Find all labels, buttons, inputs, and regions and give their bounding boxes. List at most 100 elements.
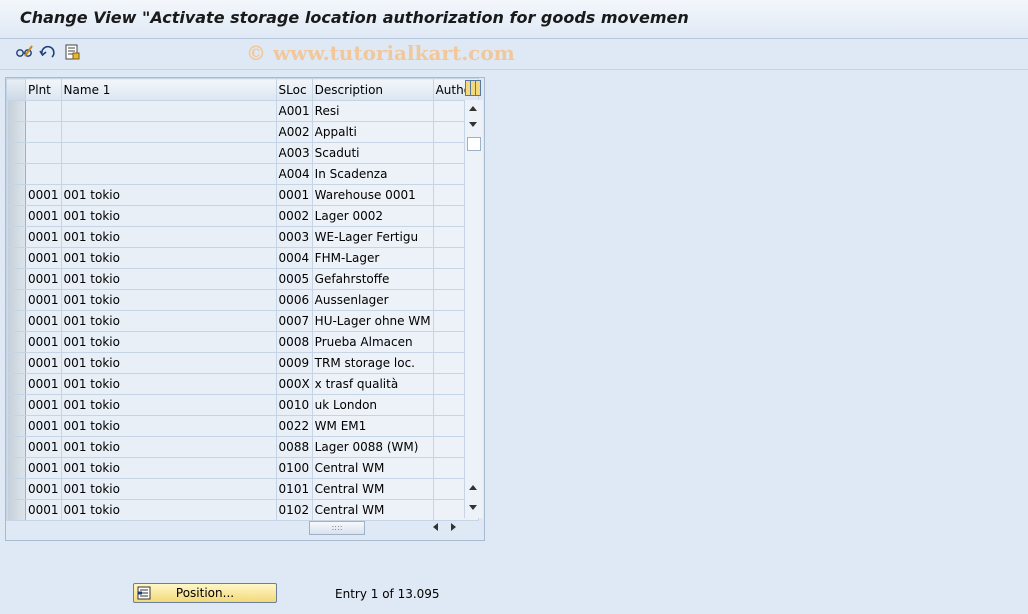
hscroll-thumb[interactable]: :::: (309, 521, 365, 535)
cell-plnt: 0001 (25, 247, 62, 269)
select-all-cell[interactable] (6, 78, 26, 101)
table-row[interactable]: 0001 001 tokio 0102 Central WM (6, 499, 479, 521)
table-row[interactable]: 0001 001 tokio 0001 Warehouse 0001 (6, 184, 479, 206)
details-icon[interactable] (62, 42, 82, 62)
cell-plnt: 0001 (25, 205, 62, 227)
column-header-plnt[interactable]: Plnt (25, 78, 62, 101)
row-selector[interactable] (6, 310, 26, 332)
cell-plnt: 0001 (25, 310, 62, 332)
scroll-down-icon[interactable] (469, 122, 477, 127)
row-selector[interactable] (6, 226, 26, 248)
cell-description[interactable]: Lager 0002 (311, 205, 434, 227)
table-row[interactable]: 0001 001 tokio 0022 WM EM1 (6, 415, 479, 437)
row-selector[interactable] (6, 289, 26, 311)
table-row[interactable]: 0001 001 tokio 0005 Gefahrstoffe (6, 268, 479, 290)
cell-sloc: 0004 (275, 247, 313, 269)
cell-sloc: 0088 (275, 436, 313, 458)
scroll-page-up-icon[interactable] (469, 485, 477, 490)
scroll-page-down-icon[interactable] (469, 505, 477, 510)
table-row[interactable]: A003 Scaduti (6, 142, 479, 164)
cell-sloc: 0101 (275, 478, 313, 500)
column-header-sloc[interactable]: SLoc (275, 78, 313, 101)
table-row[interactable]: 0001 001 tokio 0003 WE-Lager Fertigu (6, 226, 479, 248)
row-selector[interactable] (6, 247, 26, 269)
column-header-description[interactable]: Description (311, 78, 434, 101)
cell-name: 001 tokio (60, 394, 277, 416)
cell-name: 001 tokio (60, 499, 277, 521)
table-row[interactable]: 0001 001 tokio 0004 FHM-Lager (6, 247, 479, 269)
table-row[interactable]: A002 Appalti (6, 121, 479, 143)
row-selector[interactable] (6, 100, 26, 122)
cell-description[interactable]: Warehouse 0001 (311, 184, 434, 206)
row-selector[interactable] (6, 457, 26, 479)
cell-description[interactable]: Scaduti (311, 142, 434, 164)
cell-description[interactable]: TRM storage loc. (311, 352, 434, 374)
cell-sloc: 0010 (275, 394, 313, 416)
table-row[interactable]: 0001 001 tokio 0088 Lager 0088 (WM) (6, 436, 479, 458)
row-selector[interactable] (6, 205, 26, 227)
scroll-right-icon[interactable] (451, 523, 456, 531)
table-row[interactable]: 0001 001 tokio 0002 Lager 0002 (6, 205, 479, 227)
cell-description[interactable]: uk London (311, 394, 434, 416)
table-row[interactable]: A004 In Scadenza (6, 163, 479, 185)
scroll-left-icon[interactable] (433, 523, 438, 531)
cell-plnt: 0001 (25, 352, 62, 374)
row-selector[interactable] (6, 415, 26, 437)
table-row[interactable]: 0001 001 tokio 000X x trasf qualità (6, 373, 479, 395)
undo-icon[interactable] (38, 42, 58, 62)
horizontal-scrollbar[interactable]: :::: (307, 519, 467, 536)
scroll-up-icon[interactable] (469, 106, 477, 111)
cell-description[interactable]: Lager 0088 (WM) (311, 436, 434, 458)
row-selector[interactable] (6, 268, 26, 290)
table-row[interactable]: 0001 001 tokio 0009 TRM storage loc. (6, 352, 479, 374)
cell-description[interactable]: FHM-Lager (311, 247, 434, 269)
column-header-name[interactable]: Name 1 (60, 78, 277, 101)
cell-name (60, 121, 277, 143)
cell-sloc: 0102 (275, 499, 313, 521)
table-row[interactable]: 0001 001 tokio 0006 Aussenlager (6, 289, 479, 311)
row-selector[interactable] (6, 436, 26, 458)
vertical-scrollbar[interactable] (464, 100, 483, 518)
cell-sloc: A002 (275, 121, 313, 143)
table-row[interactable]: 0001 001 tokio 0008 Prueba Almacen (6, 331, 479, 353)
column-settings-icon[interactable] (465, 80, 481, 96)
row-selector[interactable] (6, 121, 26, 143)
row-selector[interactable] (6, 352, 26, 374)
cell-description[interactable]: Central WM (311, 457, 434, 479)
cell-description[interactable]: x trasf qualità (311, 373, 434, 395)
table-row[interactable]: 0001 001 tokio 0007 HU-Lager ohne WM (6, 310, 479, 332)
cell-description[interactable]: Appalti (311, 121, 434, 143)
cell-plnt: 0001 (25, 226, 62, 248)
cell-description[interactable]: Resi (311, 100, 434, 122)
row-selector[interactable] (6, 331, 26, 353)
row-selector[interactable] (6, 478, 26, 500)
scroll-thumb[interactable] (467, 137, 481, 151)
edit-glasses-icon[interactable] (14, 42, 34, 62)
cell-description[interactable]: HU-Lager ohne WM (311, 310, 434, 332)
cell-sloc: 0006 (275, 289, 313, 311)
cell-description[interactable]: Aussenlager (311, 289, 434, 311)
cell-description[interactable]: Gefahrstoffe (311, 268, 434, 290)
cell-description[interactable]: WM EM1 (311, 415, 434, 437)
cell-sloc: 0003 (275, 226, 313, 248)
cell-name (60, 142, 277, 164)
cell-description[interactable]: Central WM (311, 499, 434, 521)
row-selector[interactable] (6, 184, 26, 206)
table-row[interactable]: A001 Resi (6, 100, 479, 122)
cell-description[interactable]: Prueba Almacen (311, 331, 434, 353)
row-selector[interactable] (6, 163, 26, 185)
cell-description[interactable]: Central WM (311, 478, 434, 500)
table-row[interactable]: 0001 001 tokio 0010 uk London (6, 394, 479, 416)
row-selector[interactable] (6, 373, 26, 395)
cell-description[interactable]: In Scadenza (311, 163, 434, 185)
table-row[interactable]: 0001 001 tokio 0100 Central WM (6, 457, 479, 479)
row-selector[interactable] (6, 394, 26, 416)
cell-sloc: 0005 (275, 268, 313, 290)
cell-sloc: 0007 (275, 310, 313, 332)
position-button[interactable]: Position... (133, 583, 277, 603)
cell-name: 001 tokio (60, 289, 277, 311)
row-selector[interactable] (6, 142, 26, 164)
cell-description[interactable]: WE-Lager Fertigu (311, 226, 434, 248)
table-row[interactable]: 0001 001 tokio 0101 Central WM (6, 478, 479, 500)
row-selector[interactable] (6, 499, 26, 521)
